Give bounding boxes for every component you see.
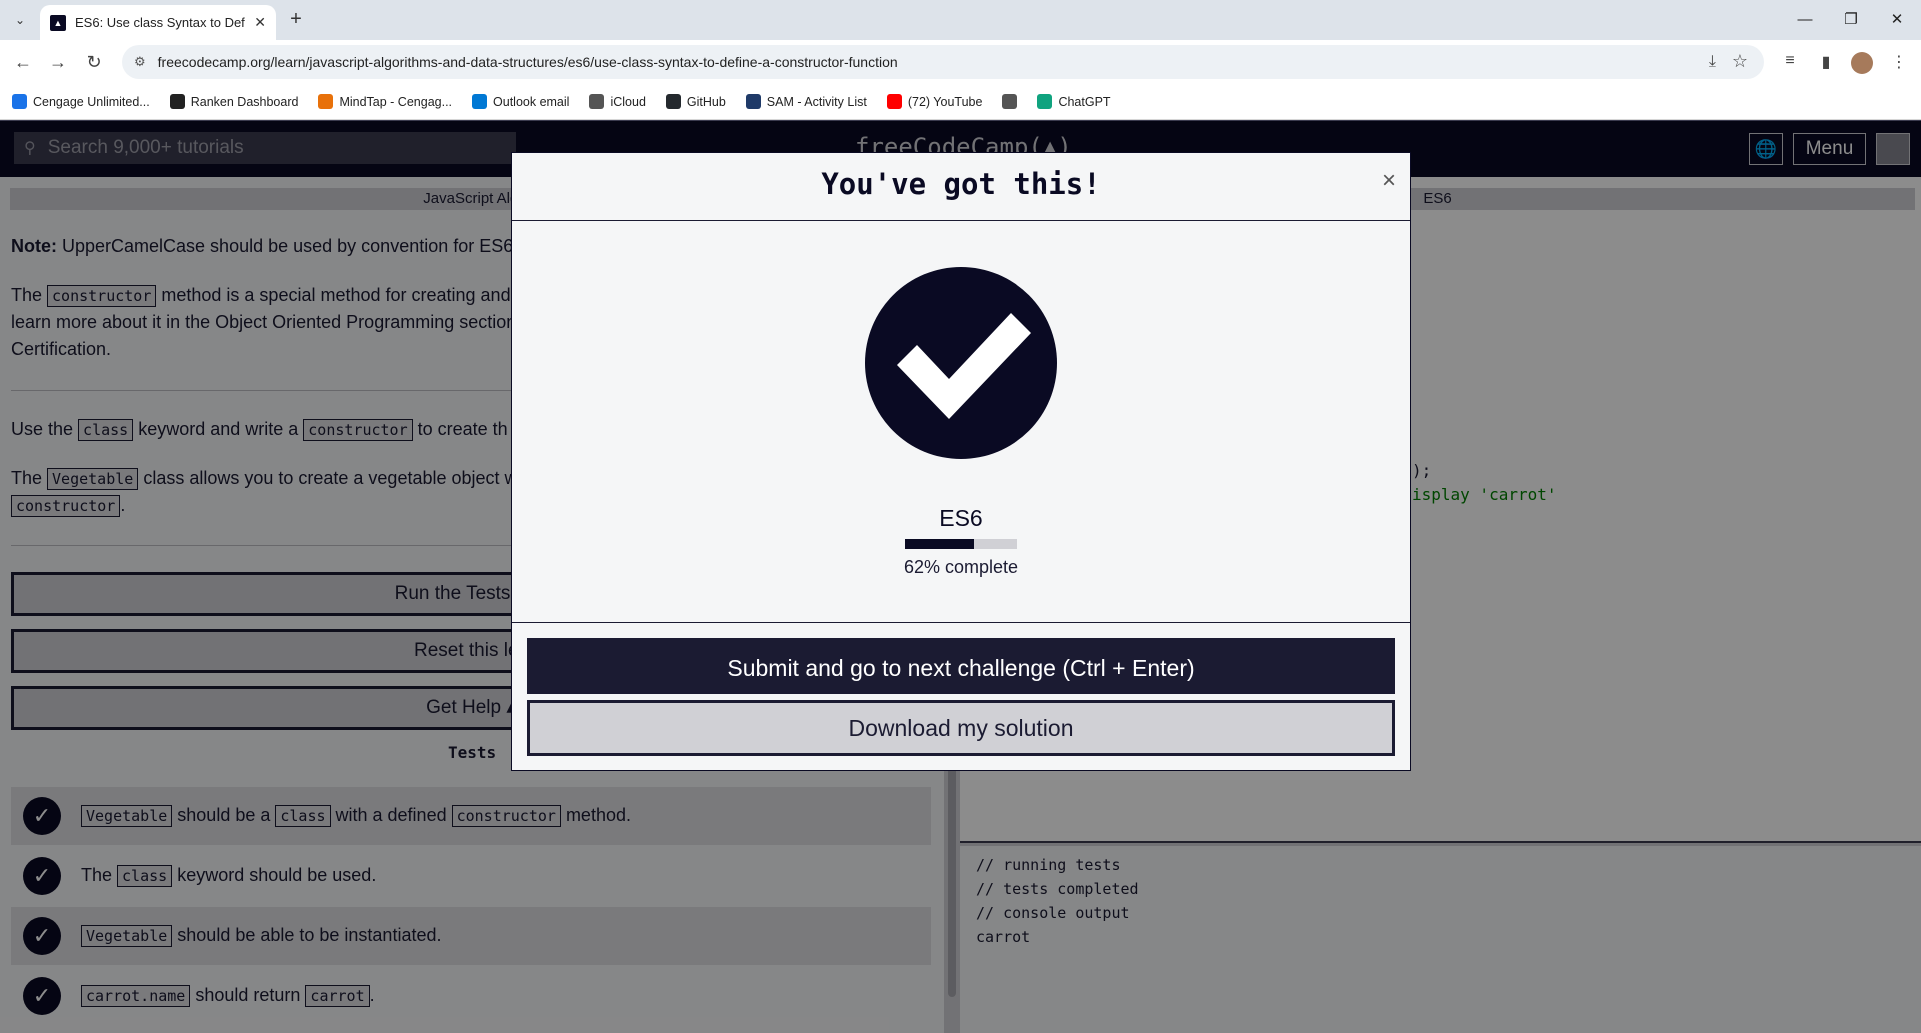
url-text[interactable]: freecodecamp.org/learn/javascript-algori… xyxy=(158,54,898,70)
browser-tab-active[interactable]: ▲ ES6: Use class Syntax to Define ✕ xyxy=(40,5,276,40)
sam-icon xyxy=(745,94,761,109)
tab-close-icon[interactable]: ✕ xyxy=(254,14,266,31)
tab-title: ES6: Use class Syntax to Define xyxy=(75,15,246,30)
bookmark-label: Outlook email xyxy=(493,94,570,109)
site-info-icon[interactable]: ⚙ xyxy=(134,54,146,70)
new-tab-button[interactable]: + xyxy=(284,8,308,32)
divider xyxy=(512,622,1410,623)
mindtap-icon xyxy=(318,94,334,109)
bookmark-item[interactable]: Cengage Unlimited... xyxy=(12,94,150,109)
submit-next-challenge-button[interactable]: Submit and go to next challenge (Ctrl + … xyxy=(527,638,1395,694)
bookmark-item[interactable]: ChatGPT xyxy=(1037,94,1111,109)
media-controls-icon[interactable]: ≡ xyxy=(1779,52,1801,70)
chatgpt-icon xyxy=(1037,94,1053,109)
bookmark-star-icon[interactable]: ☆ xyxy=(1732,51,1748,72)
minimize-button[interactable]: — xyxy=(1790,8,1820,32)
github-icon xyxy=(665,94,681,109)
close-icon[interactable]: × xyxy=(1382,167,1396,195)
window-close-button[interactable]: ✕ xyxy=(1882,8,1912,32)
reload-button[interactable]: ↻ xyxy=(81,50,107,76)
freecodecamp-favicon-icon: ▲ xyxy=(50,14,66,31)
profile-avatar[interactable] xyxy=(1851,52,1873,74)
bookmark-label: MindTap - Cengag... xyxy=(339,94,453,109)
bookmark-item[interactable] xyxy=(1002,94,1018,109)
bookmark-label: (72) YouTube xyxy=(907,94,983,109)
restore-button[interactable]: ❐ xyxy=(1836,8,1866,32)
success-checkmark-icon xyxy=(865,267,1057,459)
progress-bar xyxy=(905,539,1017,549)
modal-header: You've got this! × xyxy=(512,153,1410,221)
apple-icon xyxy=(589,94,605,109)
outlook-icon xyxy=(472,94,488,109)
side-panel-icon[interactable]: ▮ xyxy=(1815,52,1837,72)
back-button[interactable]: ← xyxy=(10,50,36,76)
ranken-icon xyxy=(169,94,185,109)
globe-icon xyxy=(1002,94,1018,109)
tab-list-button[interactable]: ⌄ xyxy=(8,8,32,32)
bookmark-item[interactable]: Outlook email xyxy=(472,94,569,109)
download-solution-button[interactable]: Download my solution xyxy=(527,700,1395,756)
bookmark-item[interactable]: SAM - Activity List xyxy=(745,94,867,109)
install-app-icon[interactable]: ⤓ xyxy=(1709,53,1716,71)
certification-name: ES6 xyxy=(939,505,983,531)
browser-toolbar: ← → ↻ ⚙ freecodecamp.org/learn/javascrip… xyxy=(0,40,1921,84)
bookmark-item[interactable]: (72) YouTube xyxy=(886,94,983,109)
bookmark-item[interactable]: iCloud xyxy=(589,94,646,109)
youtube-icon xyxy=(886,94,902,109)
bookmark-label: Cengage Unlimited... xyxy=(33,94,150,109)
bookmark-label: SAM - Activity List xyxy=(766,94,867,109)
bookmark-item[interactable]: GitHub xyxy=(665,94,726,109)
address-bar[interactable]: ⚙ freecodecamp.org/learn/javascript-algo… xyxy=(122,45,1764,79)
bookmark-label: iCloud xyxy=(610,94,646,109)
bookmark-label: GitHub xyxy=(686,94,726,109)
bookmark-item[interactable]: Ranken Dashboard xyxy=(169,94,299,109)
bookmarks-bar: Cengage Unlimited... Ranken Dashboard Mind… xyxy=(0,84,1921,120)
completion-modal: You've got this! × ES6 62% complete Subm… xyxy=(511,152,1411,771)
browser-menu-icon[interactable]: ⋮ xyxy=(1888,52,1910,72)
bookmark-label: ChatGPT xyxy=(1058,94,1111,109)
bookmark-label: Ranken Dashboard xyxy=(190,94,299,109)
progress-text: 62% complete xyxy=(903,557,1019,577)
progress-fill xyxy=(905,539,975,549)
bookmark-item[interactable]: MindTap - Cengag... xyxy=(318,94,452,109)
modal-title: You've got this! xyxy=(821,167,1101,201)
browser-tab-strip: ⌄ ▲ ES6: Use class Syntax to Define ✕ + … xyxy=(0,0,1921,40)
cengage-icon xyxy=(12,94,27,109)
forward-button[interactable]: → xyxy=(45,50,71,76)
